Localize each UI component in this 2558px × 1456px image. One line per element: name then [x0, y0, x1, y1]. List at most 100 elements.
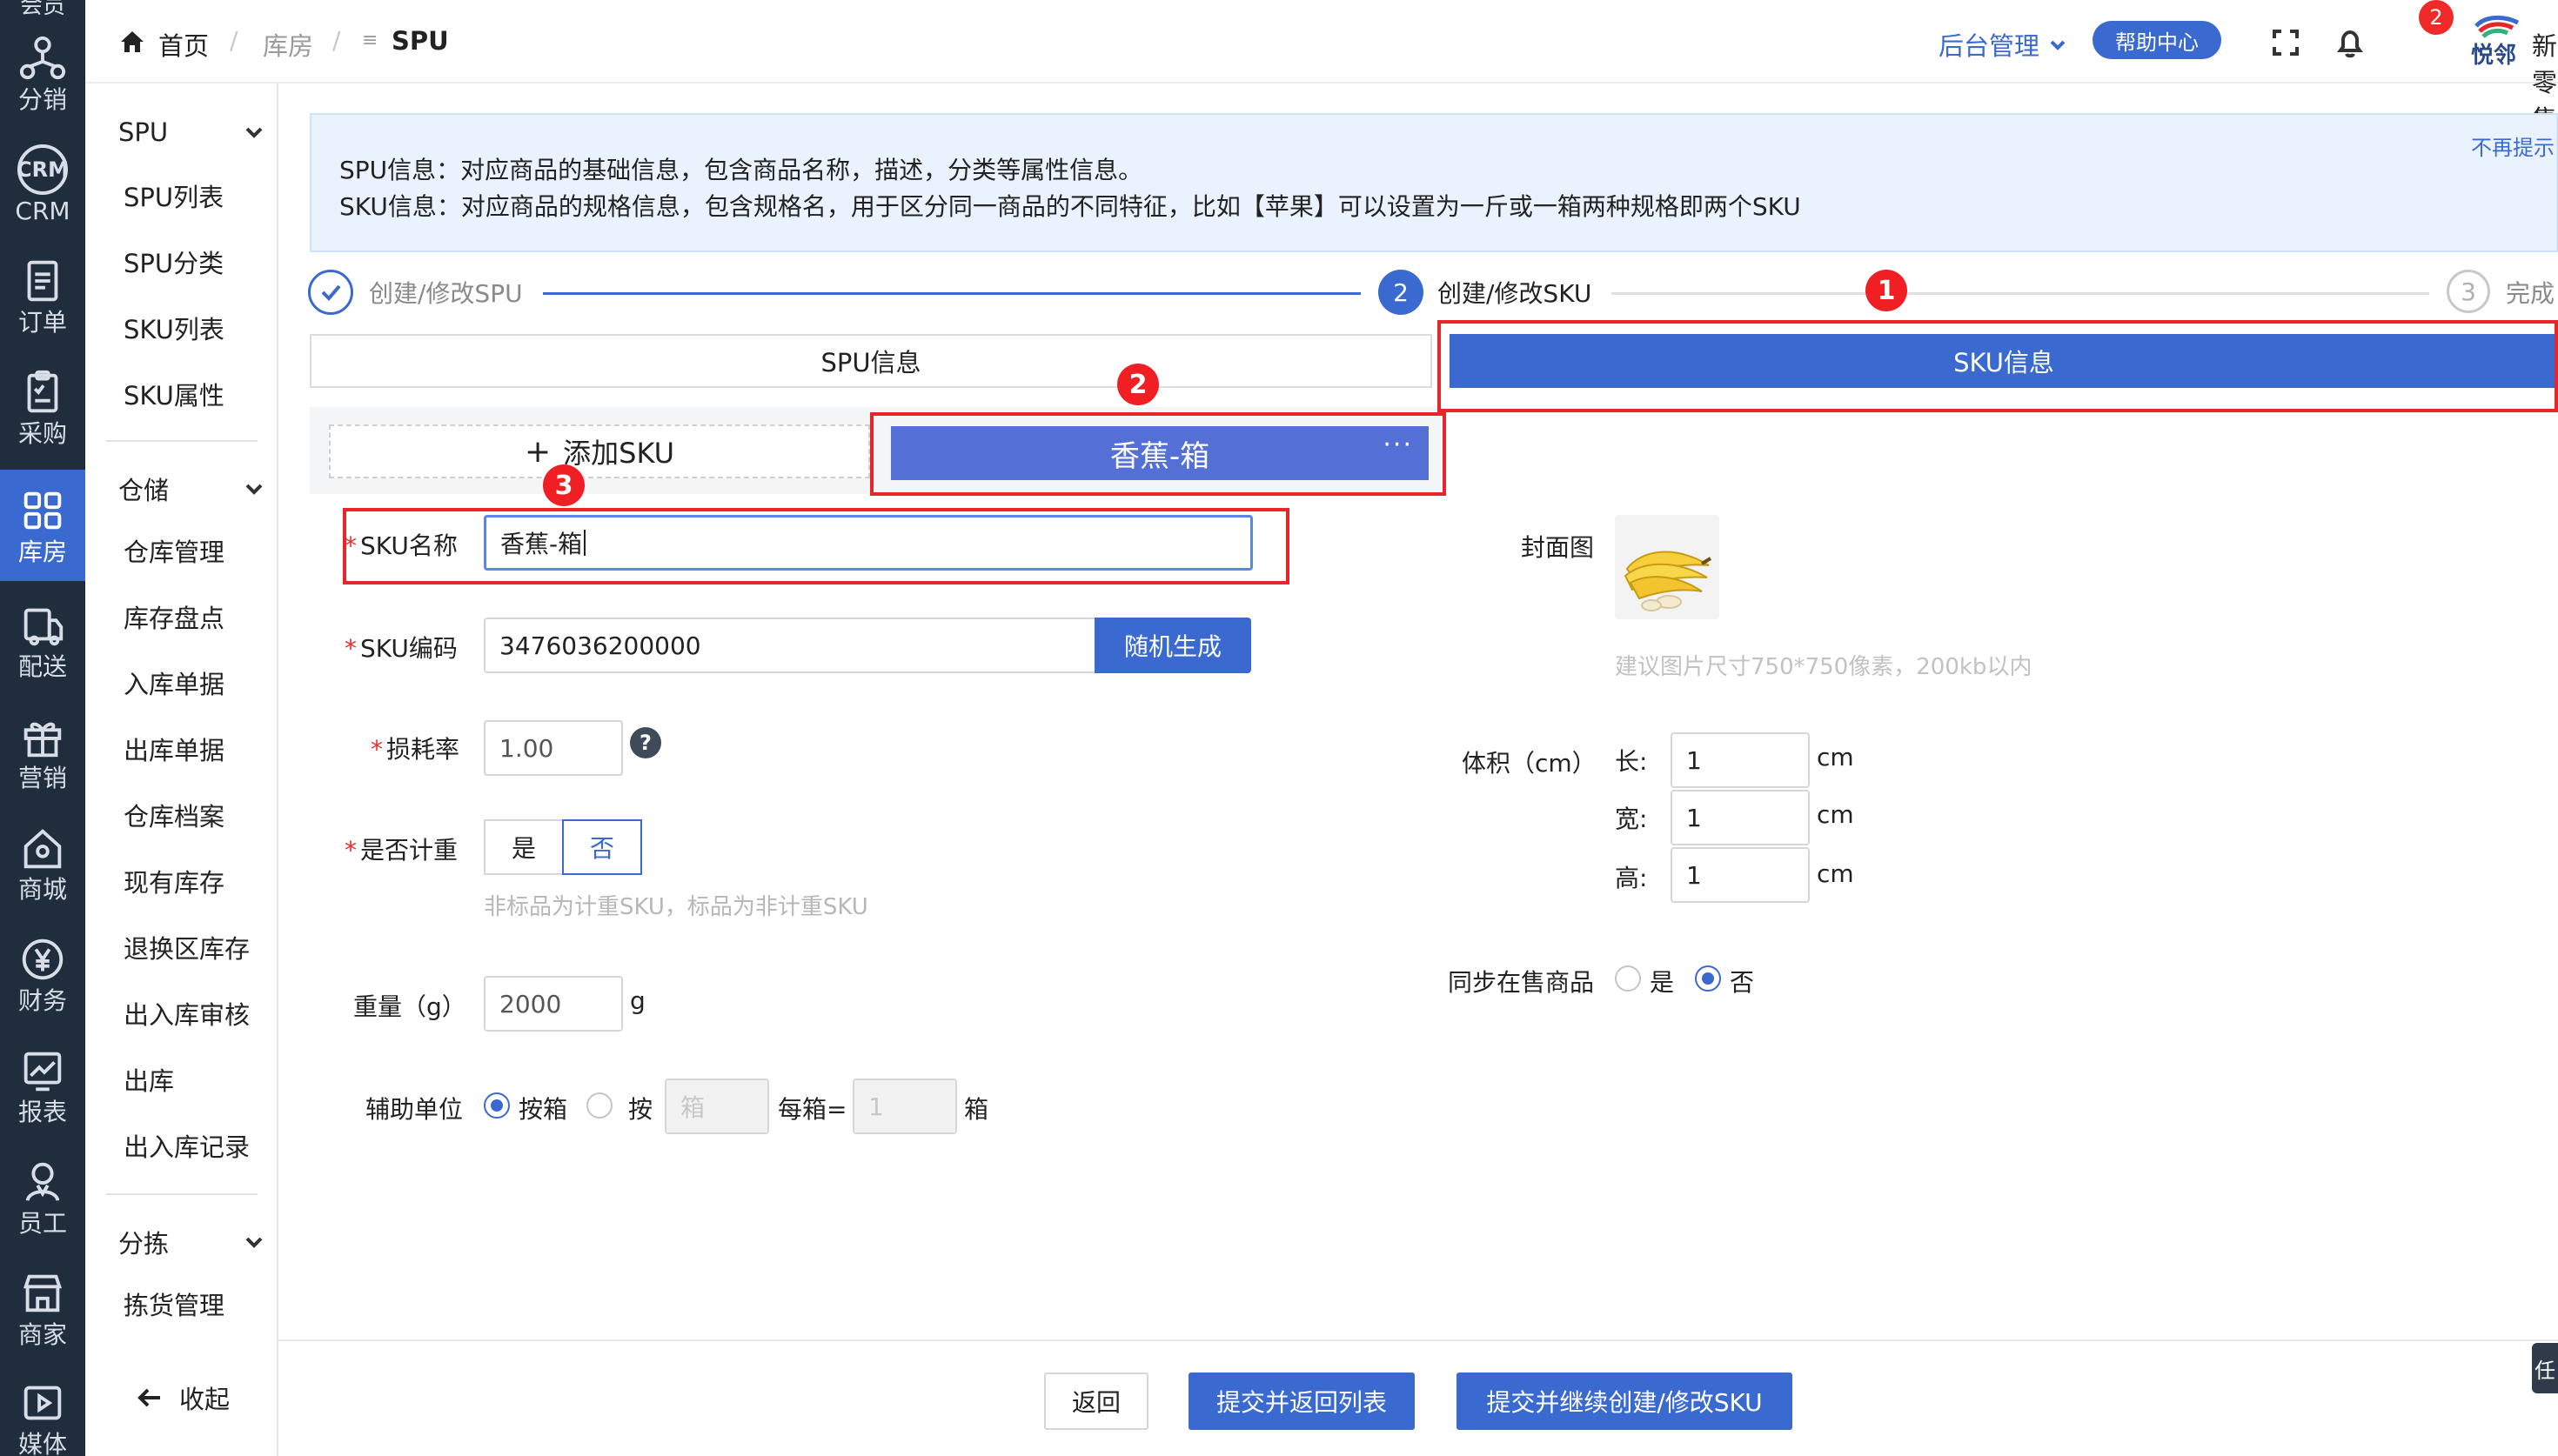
menu-group-title: SPU [118, 117, 169, 147]
arrow-left-icon [137, 1388, 160, 1407]
weighed-label: * 是否计重 [345, 836, 459, 865]
length-input[interactable]: 1 [1671, 732, 1810, 788]
menu-item-io-records[interactable]: 出入库记录 [124, 1125, 250, 1169]
help-question-icon[interactable]: ? [630, 727, 661, 758]
step-3-label: 完成 [2506, 279, 2555, 308]
rail-item-delivery[interactable]: 配送 [0, 584, 85, 696]
annotation-badge-2: 2 [1117, 364, 1159, 405]
collapse-menu-button[interactable]: 收起 [136, 1379, 230, 1416]
menu-item-picking-mgmt[interactable]: 拣货管理 [124, 1284, 224, 1327]
rail-label: 营销 [17, 764, 67, 792]
loss-rate-input[interactable]: 1.00 [484, 720, 623, 776]
rail-item-finance[interactable]: 财务 [0, 918, 85, 1030]
rail-item-crm[interactable]: CRM CRM [0, 129, 85, 240]
weighed-no-button[interactable]: 否 [562, 819, 642, 875]
home-icon [121, 31, 144, 52]
store-icon [23, 1274, 63, 1312]
add-sku-label: 添加SKU [563, 437, 675, 470]
menu-item-warehouse-mgmt[interactable]: 仓库管理 [124, 531, 224, 574]
submit-return-button[interactable]: 提交并返回列表 [1189, 1373, 1415, 1430]
menu-item-spu-category[interactable]: SPU分类 [124, 242, 224, 285]
chevron-down-icon [245, 484, 263, 495]
rail-item-merchant[interactable]: 商家 [0, 1252, 85, 1364]
rail-item-mall[interactable]: 商城 [0, 807, 85, 918]
plus-icon: + [524, 433, 552, 470]
step-connector [1611, 292, 2429, 295]
aux-by-box-radio[interactable] [484, 1092, 510, 1119]
menu-item-inbound-docs[interactable]: 入库单据 [124, 663, 224, 706]
cover-image[interactable] [1615, 515, 1719, 619]
backend-label: 后台管理 [1939, 31, 2040, 61]
height-label: 高: [1615, 864, 1648, 892]
aux-unit-input: 箱 [665, 1079, 769, 1134]
order-icon [27, 260, 58, 302]
dismiss-notice-link[interactable]: 不再提示 [2471, 130, 2555, 161]
rail-item-warehouse[interactable]: 库房 [0, 470, 85, 581]
step-3-wait: 3 [2447, 270, 2490, 313]
back-button[interactable]: 返回 [1044, 1373, 1148, 1430]
annotation-box-sku-tab [1437, 320, 2558, 412]
help-center-button[interactable]: 帮助中心 [2093, 21, 2221, 59]
sync-yes-radio[interactable] [1615, 965, 1641, 992]
aux-by-radio[interactable] [586, 1092, 613, 1119]
warehouse-icon [23, 491, 62, 530]
aux-by-label: 按 [628, 1095, 653, 1124]
tab-spu-info[interactable]: SPU信息 [310, 334, 1432, 388]
rail-item-order[interactable]: 订单 [0, 240, 85, 351]
height-input[interactable]: 1 [1671, 847, 1810, 903]
backend-menu[interactable]: 后台管理 [1939, 26, 2067, 63]
breadcrumb-home[interactable]: 首页 [158, 26, 209, 63]
sync-onsale-label: 同步在售商品 [1448, 968, 1595, 997]
menu-item-warehouse-archive[interactable]: 仓库档案 [124, 795, 224, 838]
sync-yes-label: 是 [1650, 968, 1675, 997]
loss-rate-label: * 损耗率 [371, 735, 460, 764]
step-2-label: 创建/修改SKU [1437, 279, 1592, 308]
width-label: 宽: [1615, 805, 1648, 833]
submit-continue-button[interactable]: 提交并继续创建/修改SKU [1456, 1373, 1792, 1430]
rail-item-distribution[interactable]: 分销 [0, 17, 85, 129]
breadcrumb-separator: / [230, 26, 238, 55]
sync-no-radio[interactable] [1695, 965, 1721, 992]
random-generate-button[interactable]: 随机生成 [1095, 618, 1251, 673]
step-2-active: 2 [1378, 270, 1423, 315]
menu-item-spu-list[interactable]: SPU列表 [124, 176, 224, 219]
delivery-icon [23, 608, 64, 646]
menu-item-sku-list[interactable]: SKU列表 [124, 308, 224, 351]
add-sku-button[interactable]: + 添加SKU [329, 424, 870, 478]
rail-item-media[interactable]: 媒体 [0, 1362, 85, 1456]
gift-icon [23, 722, 62, 758]
menu-item-stocktake[interactable]: 库存盘点 [124, 597, 224, 640]
menu-group-sorting[interactable]: 分拣 [118, 1216, 266, 1268]
rail-item-report[interactable]: 报表 [0, 1030, 85, 1141]
home-icon [23, 829, 62, 869]
menu-group-spu[interactable]: SPU [118, 106, 266, 158]
notification-badge: 2 [2419, 0, 2454, 35]
menu-item-outbound-docs[interactable]: 出库单据 [124, 729, 224, 772]
width-input[interactable]: 1 [1671, 790, 1810, 845]
rail-item-staff[interactable]: 员工 [0, 1141, 85, 1252]
weighed-yes-button[interactable]: 是 [484, 819, 564, 875]
floating-side-tab[interactable]: 任 [2532, 1343, 2558, 1393]
rail-item-marketing[interactable]: 营销 [0, 696, 85, 807]
rail-label: 财务 [17, 986, 67, 1015]
main-nav-rail: 会员 分销 CRM CRM 订单 采购 库房 配送 营销 商城 财务 报表 员工… [0, 0, 85, 1456]
menu-item-return-stock[interactable]: 退换区库存 [124, 927, 250, 971]
menu-group-storage[interactable]: 仓储 [118, 463, 266, 515]
menu-item-current-stock[interactable]: 现有库存 [124, 861, 224, 905]
rail-label: 订单 [17, 308, 67, 337]
fullscreen-icon[interactable] [2271, 28, 2300, 57]
sync-no-label: 否 [1730, 968, 1755, 997]
menu-item-sku-attributes[interactable]: SKU属性 [124, 374, 224, 417]
weighed-hint: 非标品为计重SKU，标品为非计重SKU [484, 894, 868, 920]
weight-input[interactable]: 2000 [484, 976, 623, 1032]
breadcrumb-warehouse[interactable]: 库房 [263, 26, 313, 63]
chevron-down-icon [2050, 40, 2066, 50]
step-1-label: 创建/修改SPU [369, 279, 523, 308]
rail-item-purchase[interactable]: 采购 [0, 351, 85, 463]
rail-label: CRM [15, 197, 70, 225]
sku-code-input[interactable]: 3476036200000 [484, 618, 1096, 673]
menu-item-io-review[interactable]: 出入库审核 [124, 993, 250, 1037]
bell-icon[interactable] [2334, 26, 2367, 59]
length-unit: cm [1817, 743, 1854, 771]
menu-item-outbound[interactable]: 出库 [124, 1059, 174, 1103]
